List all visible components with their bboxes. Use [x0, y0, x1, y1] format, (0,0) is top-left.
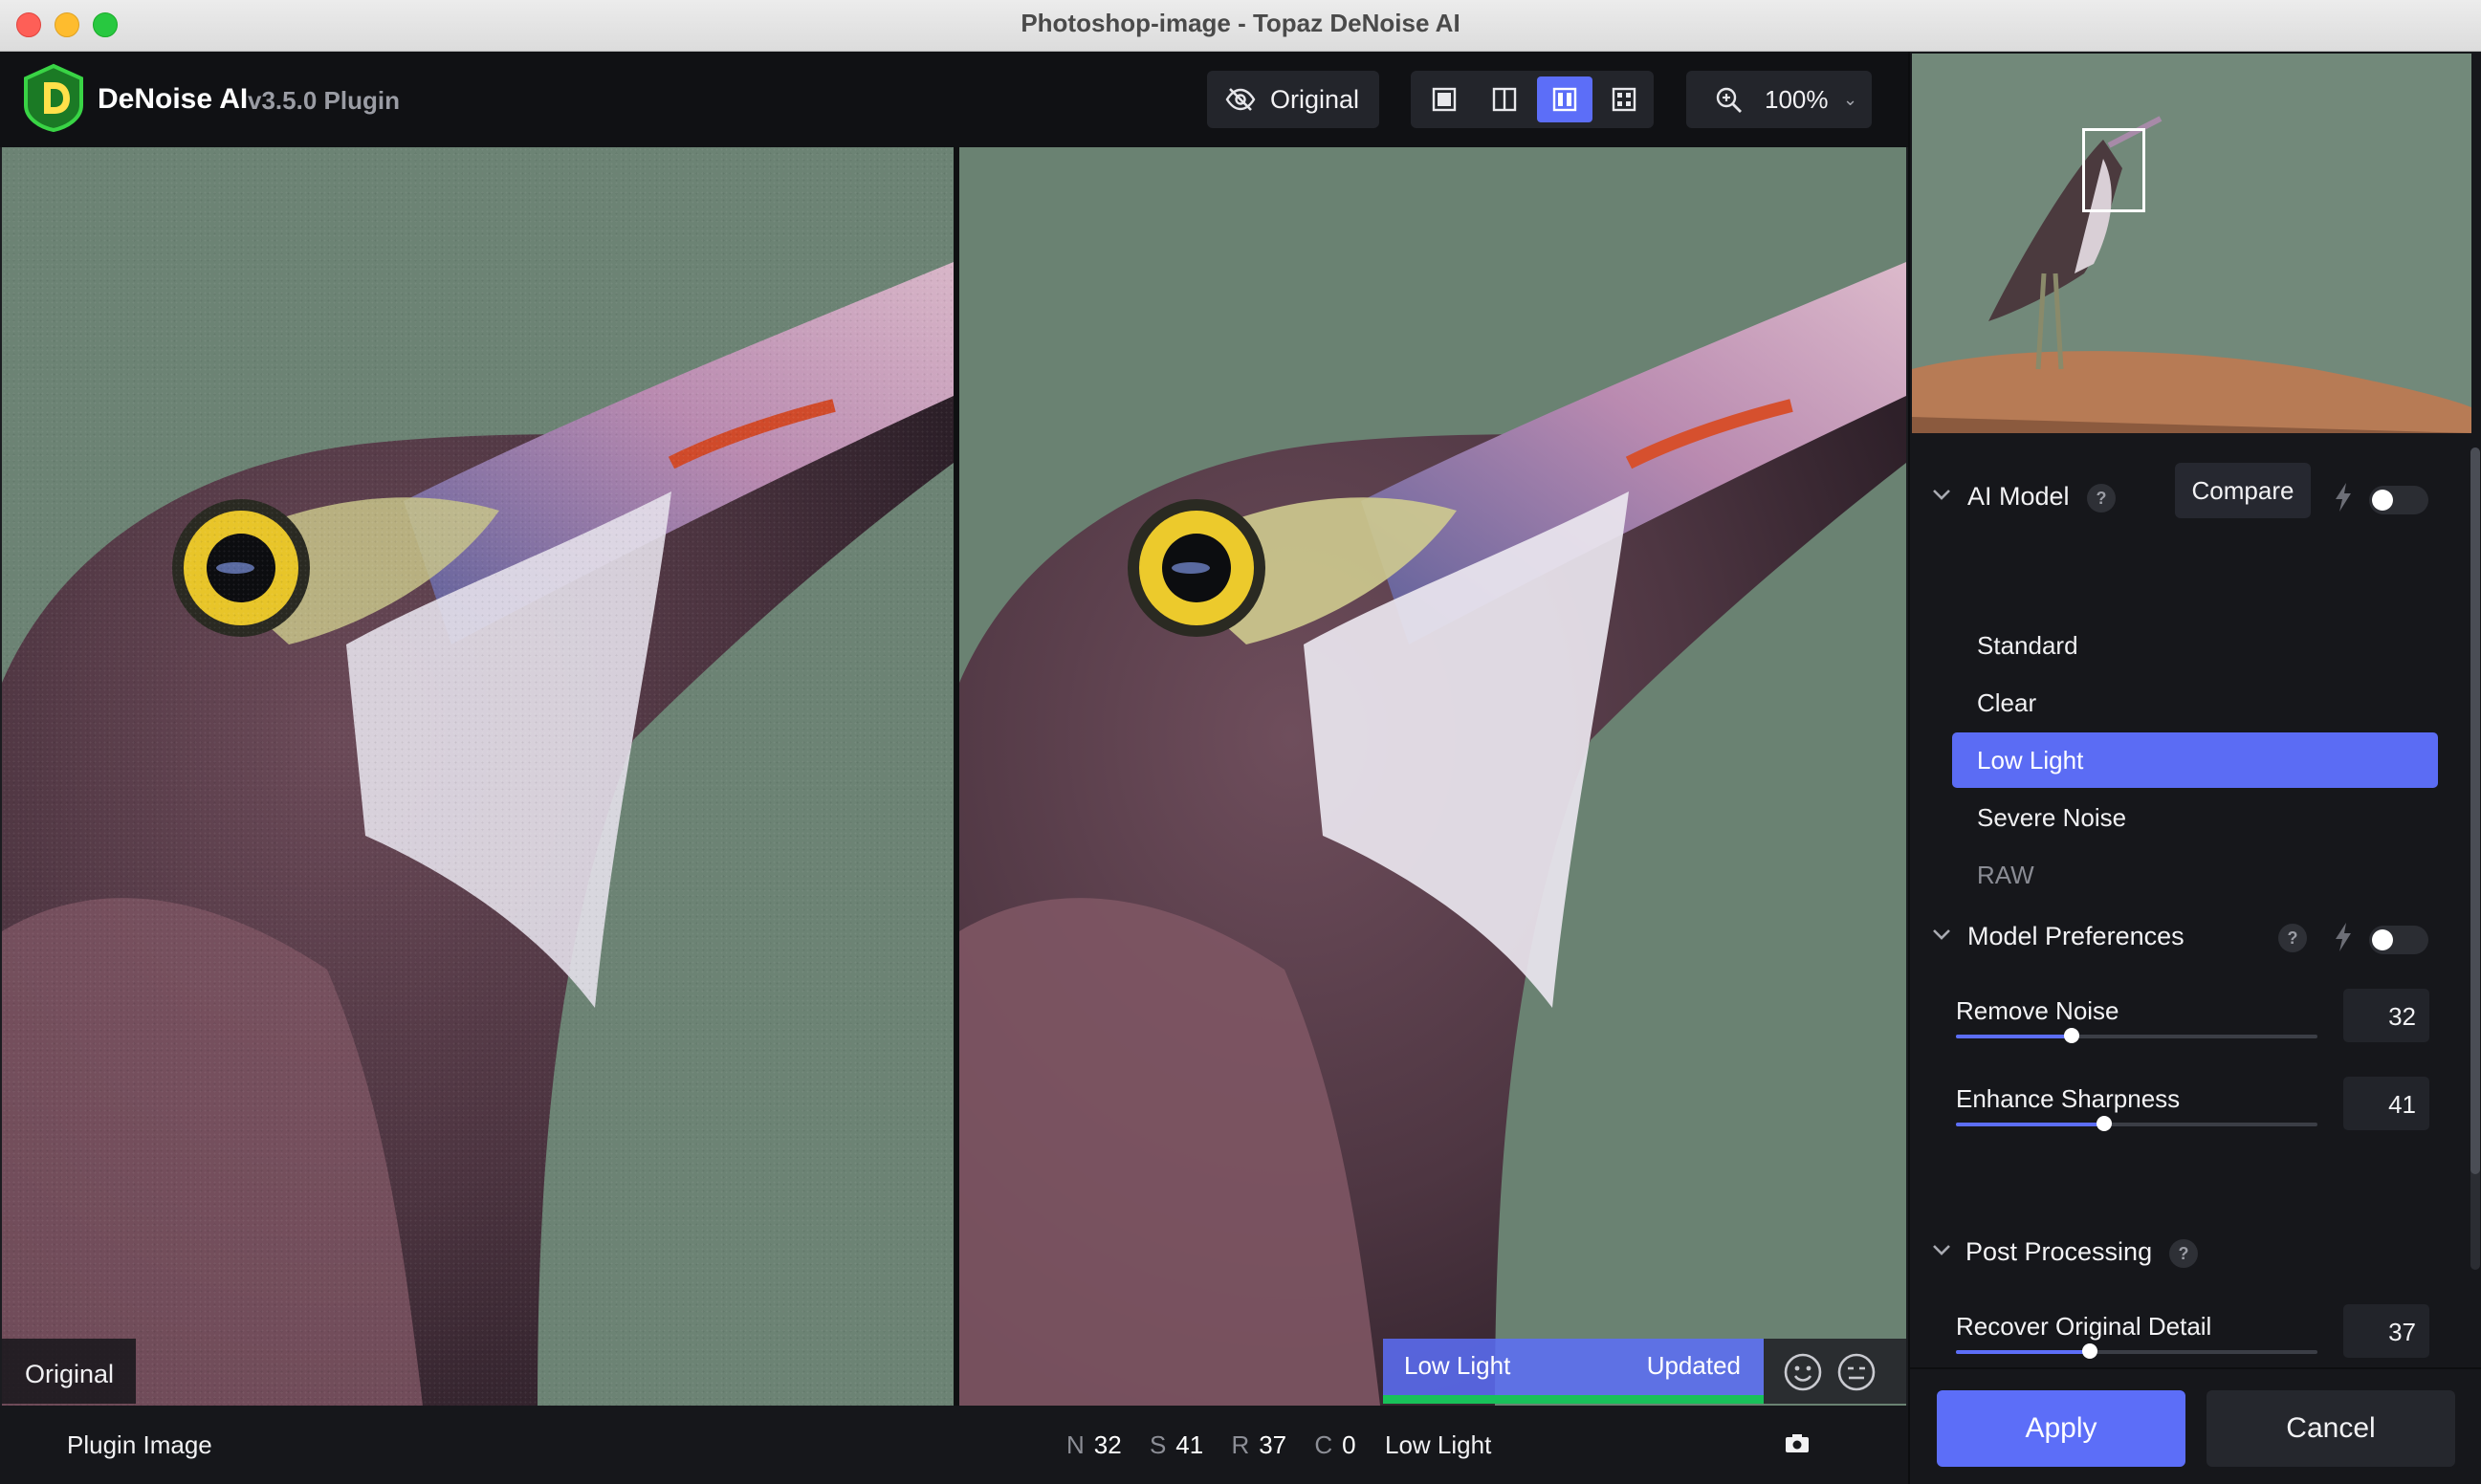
- view-mode-group: [1411, 71, 1654, 128]
- enhance-sharpness-label: Enhance Sharpness: [1956, 1084, 2181, 1113]
- stat-key-recover: R: [1231, 1430, 1250, 1459]
- app-name: DeNoise AI: [98, 83, 249, 115]
- quad-view-icon: [1612, 87, 1636, 112]
- enhance-sharpness-slider[interactable]: [1956, 1116, 2317, 1131]
- stat-key-noise: N: [1066, 1430, 1085, 1459]
- remove-noise-control: Remove Noise 32: [1956, 989, 2453, 1082]
- eye-off-icon: [1225, 88, 1256, 111]
- lightning-icon: [2336, 483, 2351, 512]
- window-title: Photoshop-image - Topaz DeNoise AI: [1021, 9, 1460, 37]
- settings-panel: AI Model ? Compare Standard Clear Low Li…: [1908, 52, 2481, 1484]
- top-toolbar: DeNoise AI v3.5.0 Plugin Original 100% ⌄: [0, 52, 1908, 147]
- help-icon[interactable]: ?: [2087, 484, 2116, 513]
- model-option-severe-noise[interactable]: Severe Noise: [1952, 790, 2438, 845]
- noise-overlay: [2, 147, 954, 1406]
- split-view-icon: [1492, 87, 1517, 112]
- remove-noise-label: Remove Noise: [1956, 996, 2119, 1025]
- help-icon[interactable]: ?: [2278, 924, 2307, 952]
- recover-detail-control: Recover Original Detail 37: [1956, 1304, 2453, 1398]
- processed-status: Updated: [1646, 1351, 1741, 1380]
- model-preferences-section-header[interactable]: Model Preferences ?: [1910, 912, 2465, 960]
- ai-model-title: AI Model: [1967, 482, 2070, 511]
- original-image-pane[interactable]: [2, 147, 954, 1406]
- post-processing-section-header[interactable]: Post Processing ?: [1910, 1228, 2465, 1276]
- zoom-dropdown[interactable]: 100% ⌄: [1686, 71, 1872, 128]
- stat-value-recover: 37: [1259, 1430, 1287, 1459]
- side-by-side-view-button[interactable]: [1537, 76, 1592, 122]
- single-view-icon: [1432, 87, 1457, 112]
- ai-model-section-header[interactable]: AI Model ? Compare: [1910, 463, 2465, 520]
- cancel-button[interactable]: Cancel: [2207, 1390, 2455, 1467]
- model-option-clear[interactable]: Clear: [1952, 675, 2438, 731]
- slider-thumb[interactable]: [2096, 1116, 2112, 1131]
- help-icon[interactable]: ?: [2169, 1239, 2198, 1268]
- stat-value-color: 0: [1342, 1430, 1356, 1459]
- apply-button[interactable]: Apply: [1937, 1390, 2185, 1467]
- camera-icon[interactable]: [1785, 1434, 1810, 1453]
- original-pane-label: Original: [2, 1339, 136, 1404]
- chevron-down-icon: [1933, 1245, 1950, 1255]
- quad-view-button[interactable]: [1596, 76, 1652, 122]
- neutral-face-icon[interactable]: [1836, 1352, 1877, 1392]
- recover-detail-label: Recover Original Detail: [1956, 1312, 2212, 1341]
- chevron-down-icon: ⌄: [1843, 90, 1858, 109]
- split-view-button[interactable]: [1477, 76, 1532, 122]
- processed-pane-label: Low Light Updated: [1383, 1339, 1764, 1404]
- processed-image-pane[interactable]: [959, 147, 1906, 1406]
- status-model-name: Low Light: [1385, 1430, 1492, 1459]
- stat-key-color: C: [1314, 1430, 1333, 1459]
- auto-model-toggle[interactable]: [2369, 486, 2428, 514]
- remove-noise-value-input[interactable]: 32: [2343, 989, 2429, 1042]
- single-view-button[interactable]: [1416, 76, 1472, 122]
- panel-scrollbar-thumb[interactable]: [2470, 447, 2480, 1174]
- lightning-icon: [2336, 923, 2351, 951]
- model-option-standard[interactable]: Standard: [1952, 618, 2438, 673]
- show-original-button[interactable]: Original: [1207, 71, 1379, 128]
- stat-value-noise: 32: [1093, 1430, 1122, 1459]
- stat-key-sharpness: S: [1149, 1430, 1167, 1459]
- auto-preferences-toggle[interactable]: [2369, 926, 2428, 954]
- zoom-in-icon: [1716, 87, 1742, 113]
- slider-fill: [1956, 1350, 2090, 1354]
- settings-summary: N 32 S 41 R 37 C0: [1066, 1430, 1377, 1460]
- toggle-knob: [2372, 490, 2393, 511]
- processed-model-name: Low Light: [1404, 1351, 1511, 1380]
- status-bar: Plugin Image N 32 S 41 R 37 C0 Low Light: [0, 1406, 1908, 1484]
- model-option-low-light[interactable]: Low Light: [1952, 732, 2438, 788]
- rating-controls: [1764, 1339, 1906, 1404]
- zoom-level: 100%: [1765, 85, 1829, 114]
- show-original-label: Original: [1270, 85, 1360, 114]
- compare-button[interactable]: Compare: [2175, 463, 2311, 518]
- toggle-knob: [2372, 929, 2393, 950]
- source-label: Plugin Image: [67, 1430, 212, 1459]
- navigator-thumbnail[interactable]: [1912, 54, 2471, 433]
- navigator-viewport[interactable]: [2082, 128, 2145, 212]
- model-option-raw[interactable]: RAW: [1952, 847, 2438, 903]
- slider-thumb[interactable]: [2081, 1343, 2097, 1359]
- slider-fill: [1956, 1123, 2104, 1126]
- happy-face-icon[interactable]: [1783, 1352, 1823, 1392]
- remove-noise-slider[interactable]: [1956, 1028, 2317, 1043]
- side-by-side-icon: [1552, 87, 1577, 112]
- denoise-logo-icon: [24, 63, 83, 132]
- model-preferences-title: Model Preferences: [1967, 922, 2185, 950]
- app-version: v3.5.0 Plugin: [248, 86, 400, 115]
- navigator-photo: [1912, 54, 2471, 433]
- chevron-down-icon: [1933, 929, 1950, 940]
- stat-value-sharpness: 41: [1175, 1430, 1204, 1459]
- enhance-sharpness-value-input[interactable]: 41: [2343, 1077, 2429, 1130]
- enhance-sharpness-control: Enhance Sharpness 41: [1956, 1077, 2453, 1170]
- recover-detail-value-input[interactable]: 37: [2343, 1304, 2429, 1358]
- bird-photo-processed: [959, 262, 1906, 1406]
- recover-detail-slider[interactable]: [1956, 1343, 2317, 1359]
- window-titlebar: Photoshop-image - Topaz DeNoise AI: [0, 0, 2481, 52]
- post-processing-title: Post Processing: [1965, 1237, 2153, 1266]
- footer-divider: [1910, 1367, 2481, 1369]
- slider-fill: [1956, 1035, 2072, 1038]
- slider-thumb[interactable]: [2063, 1028, 2079, 1043]
- chevron-down-icon: [1933, 490, 1950, 500]
